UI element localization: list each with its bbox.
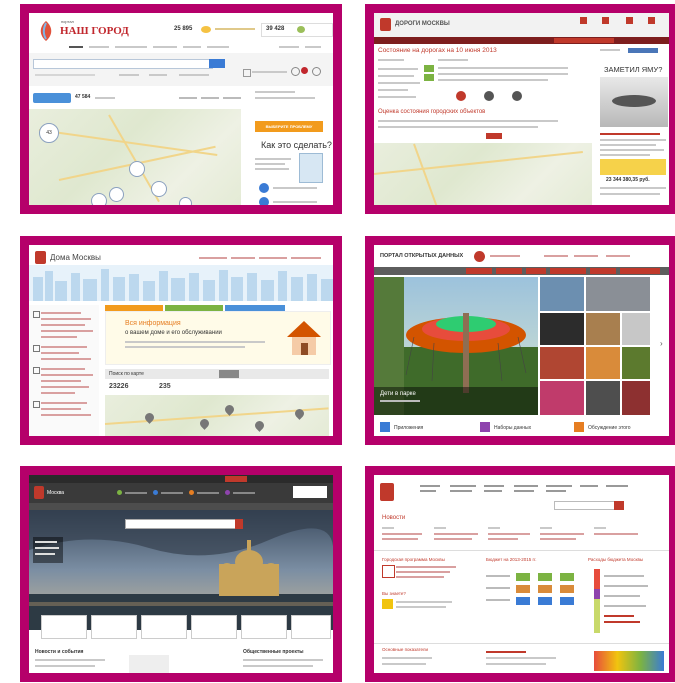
map-cluster[interactable]: 43 [39,123,59,143]
house-illustration-icon [287,321,321,355]
budget-box-title: Бюджет на 2013-2015 гг. [486,557,537,562]
grid-tile[interactable] [622,347,650,379]
grid-tile[interactable] [540,381,584,415]
moscow-emblem-icon [380,18,391,31]
projects-heading: Общественные проекты [243,649,304,655]
print-icon[interactable] [312,67,321,76]
logo-caption: портал [61,19,74,24]
indicators-title: Основные показатели [382,647,429,652]
budget-table-icon [486,573,574,605]
problems-map[interactable]: 43 [29,109,241,205]
screenshot-doma-moskvy: Дома Москвы Вся информация о вашем доме … [20,236,342,445]
leaf-logo-icon [40,21,52,41]
datasets-link[interactable]: Наборы данных [494,425,531,431]
counter-icon [201,26,211,33]
mode-toggle[interactable] [33,93,71,103]
screenshot-nash-gorod: портал НАШ ГОРОД 25 895 39 428 47 584 43… [20,4,342,214]
quick-tile[interactable] [91,615,137,639]
moscow-emblem-icon [34,486,44,499]
search-input[interactable] [554,501,616,510]
stat-houses: 23226 [109,383,129,390]
doc-icon [382,565,395,578]
expenses-box-title: Расходы бюджета Москвы [588,557,644,562]
screenshot-open-data-portal: ПОРТАЛ ОТКРЫТЫХ ДАННЫХ Дети в парке › Пр… [365,236,675,445]
grid-tile[interactable] [540,313,584,345]
site-logo[interactable]: НАШ ГОРОД [60,25,129,37]
quick-tile[interactable] [141,615,187,639]
map-cluster[interactable] [179,197,192,205]
search-button[interactable] [614,501,624,510]
grid-tile[interactable] [622,381,650,415]
transport-icon [484,91,494,101]
pothole-photo [600,77,668,127]
map-cluster[interactable] [129,161,145,177]
ad-headline: ЗАМЕТИЛ ЯМУ? [604,65,663,74]
stat-companies: 235 [159,383,171,390]
repair-amount: 23 344 380,35 руб. [606,177,650,183]
discussion-link[interactable]: Обсуждение этого [588,425,630,431]
datasets-icon [480,422,490,432]
program-box-title: Городская программа Москвы [382,557,445,562]
parking-icon [512,91,522,101]
houses-map[interactable] [104,395,329,436]
grid-tile[interactable] [622,313,650,345]
apps-icon [380,422,390,432]
section-heading: Оценка состояния городских объектов [378,109,486,115]
discussion-icon [574,422,584,432]
alert-icon[interactable] [301,67,308,74]
grid-tile[interactable] [540,347,584,379]
expenses-chart-icon [594,569,648,633]
news-heading: Новости и события [35,649,84,655]
how-to-heading: Как это сделать? [261,140,332,150]
more-button[interactable] [486,133,502,139]
site-logo[interactable]: ДОРОГИ МОСКВЫ [395,21,450,27]
feature-caption: Дети в парке [380,391,416,397]
quick-tile[interactable] [191,615,237,639]
news-title: Новости [382,515,406,521]
search-input[interactable] [33,59,213,69]
map-cluster[interactable] [151,181,167,197]
grid-tile[interactable] [540,277,584,311]
moscow-emblem-icon [35,251,46,264]
site-logo[interactable]: Дома Москвы [50,253,101,262]
main-nav[interactable] [374,37,669,44]
headline: Состояние на дорогах на 10 июня 2013 [378,47,497,54]
map-cluster[interactable] [91,193,107,205]
top-bar-badge[interactable] [225,476,247,482]
search-button[interactable] [209,59,225,68]
map-mode-button[interactable] [219,370,239,378]
metro-icon [456,91,466,101]
skyline-banner [29,265,333,301]
counter-solved: 39 428 [266,26,285,32]
grid-tile[interactable] [586,381,620,415]
search-input[interactable] [125,519,237,529]
apps-link[interactable]: Приложения [394,425,423,431]
moscow-emblem-icon [380,483,394,501]
question-box-title: Вы знаете? [382,591,406,596]
city-title[interactable]: Москва [47,490,64,496]
city-map[interactable] [374,143,592,205]
site-logo[interactable]: ПОРТАЛ ОТКРЫТЫХ ДАННЫХ [380,253,463,259]
quick-tile[interactable] [41,615,87,639]
screenshot-budget-portal: Новости Городская программа Москвы Вы зн… [365,466,675,682]
main-nav[interactable] [29,503,333,510]
map-search-label: Поиск по карте [109,371,144,377]
phone-illustration-icon [299,153,323,183]
share-icon[interactable] [291,67,300,76]
quick-tile[interactable] [291,615,331,639]
screenshot-dorogi-moskvy: ДОРОГИ МОСКВЫ Состояние на дорогах на 10… [365,4,675,214]
counter-problems: 25 895 [174,26,193,32]
promo-subtitle: о вашем доме и его обслуживании [125,330,222,336]
grid-tile[interactable] [586,347,620,379]
search-button[interactable] [235,519,243,529]
choose-problem-button[interactable]: ВЫБЕРИТЕ ПРОБЛЕМУ [255,121,323,132]
grid-tile[interactable] [586,313,620,345]
portal-logo-icon [474,251,485,262]
carousel-next-icon[interactable]: › [660,339,663,348]
quick-tile[interactable] [241,615,287,639]
screenshot-city-portal: Москва Новости и события Общественные пр… [20,466,342,682]
grid-tile[interactable] [586,277,650,311]
promo-title: Вся информация [125,320,181,327]
map-cluster[interactable] [109,187,124,202]
